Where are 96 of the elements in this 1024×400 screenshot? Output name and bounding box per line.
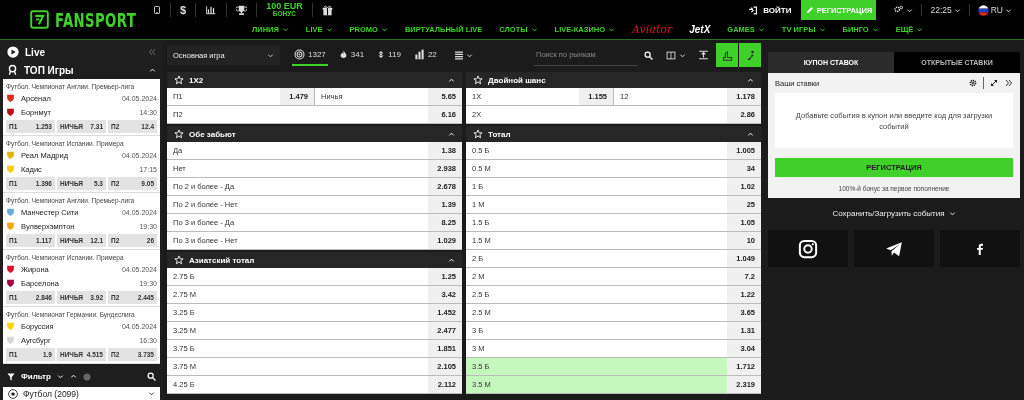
instagram-icon	[798, 238, 818, 259]
jetx-logo[interactable]: JetX	[689, 24, 711, 35]
crest-icon	[6, 321, 15, 332]
dollar-icon[interactable]: $	[180, 4, 187, 16]
ball-icon	[8, 388, 18, 399]
caret-up-icon	[69, 373, 77, 381]
caret-up-icon	[747, 76, 754, 84]
caret-icon	[56, 373, 64, 381]
crest-icon	[6, 335, 15, 346]
gift-icon	[321, 4, 333, 16]
crest-icon	[6, 207, 15, 218]
social-button[interactable]	[768, 230, 848, 267]
target-icon	[294, 48, 305, 60]
crest-icon	[6, 264, 15, 275]
market-title: 1X2	[189, 75, 205, 85]
filter-tab[interactable]: 1327	[292, 44, 328, 66]
search-icon	[147, 372, 156, 382]
crest-icon	[6, 150, 15, 161]
logo-icon	[30, 10, 49, 29]
star-icon	[174, 255, 184, 265]
login-icon	[748, 5, 759, 15]
caret-icon	[916, 26, 924, 33]
crest-icon	[6, 164, 15, 175]
market-title: Двойной шанс	[488, 75, 547, 85]
caret-up-icon	[448, 256, 455, 264]
star-icon	[174, 75, 184, 85]
caret-up-icon	[448, 130, 455, 138]
caret-icon	[281, 26, 289, 33]
crest-icon	[6, 93, 15, 104]
social-button[interactable]	[854, 230, 934, 267]
login-button[interactable]: ВОЙТИ	[738, 0, 802, 20]
market-header[interactable]: Двойной шанс	[466, 72, 761, 88]
shrink-icon	[990, 79, 998, 87]
star-icon	[473, 75, 483, 85]
caret-icon	[906, 6, 914, 14]
caret-icon	[148, 390, 155, 398]
caret-icon	[1005, 6, 1012, 14]
play-icon	[7, 46, 19, 59]
section-title[interactable]: ТОП Игры	[24, 64, 74, 76]
phone-icon	[153, 4, 161, 16]
market-title: Азиатский тотал	[189, 255, 256, 265]
bonus-amount[interactable]: 100 EUR	[266, 2, 303, 12]
collapse-all-icon	[698, 50, 709, 60]
bars-icon	[413, 48, 425, 60]
crest-icon	[6, 221, 15, 232]
caret-icon	[380, 26, 388, 33]
star-icon	[174, 129, 184, 139]
time-button[interactable]: 22:25	[921, 4, 969, 16]
market-title: Обе забьют	[189, 129, 237, 139]
caret-icon	[953, 6, 961, 14]
caret-icon	[871, 26, 879, 33]
crest-icon	[6, 278, 15, 289]
filter-icon	[7, 372, 15, 381]
columns-icon	[665, 50, 677, 60]
save-load-button[interactable]: Сохранить/Загрузить события	[768, 206, 1020, 220]
filter-tab[interactable]: 341	[336, 44, 367, 66]
filter-tab[interactable]: 119	[375, 44, 403, 66]
caret-icon	[267, 51, 274, 59]
logo-text[interactable]: FANSPORT	[55, 8, 137, 31]
list-icon	[453, 50, 464, 60]
player-view-button[interactable]	[739, 43, 761, 67]
aviator-logo[interactable]: Aviator	[632, 23, 673, 36]
filter-tab[interactable]: 22	[411, 44, 439, 66]
crest-icon	[6, 107, 15, 118]
caret-icon	[818, 26, 826, 33]
caret-icon	[679, 51, 686, 59]
caret-icon	[608, 26, 616, 33]
sort-icon	[377, 48, 386, 60]
market-header[interactable]: 1X2	[167, 72, 462, 88]
filter-label[interactable]: Фильтр	[21, 372, 51, 382]
caret-icon	[757, 26, 765, 33]
live-label[interactable]: Live	[25, 46, 45, 58]
language-button[interactable]: RU	[968, 4, 1020, 16]
paper-plane-icon	[884, 239, 904, 258]
caret-icon	[948, 209, 956, 217]
caret-up-icon	[149, 66, 156, 74]
star-icon	[473, 129, 483, 139]
search-icon	[644, 50, 653, 60]
market-header[interactable]: Азиатский тотал	[167, 252, 462, 268]
expand-icon	[1004, 79, 1013, 87]
collapse-icon	[148, 48, 156, 57]
caret-icon	[530, 26, 538, 33]
caret-up-icon	[747, 130, 754, 138]
field-view-button[interactable]	[716, 43, 738, 67]
market-header[interactable]: Тотал	[466, 126, 761, 142]
sport-selector[interactable]: Футбол (2099)	[3, 387, 160, 400]
caret-up-icon	[448, 76, 455, 84]
caret-icon	[465, 51, 473, 59]
market-header[interactable]: Обе забьют	[167, 126, 462, 142]
pencil-icon	[805, 6, 814, 14]
market-title: Тотал	[488, 129, 512, 139]
award-icon	[7, 64, 18, 77]
flag-icon	[977, 4, 989, 16]
trophy-icon	[236, 4, 248, 16]
caret-icon	[325, 26, 333, 33]
bar-chart-icon	[205, 5, 218, 15]
